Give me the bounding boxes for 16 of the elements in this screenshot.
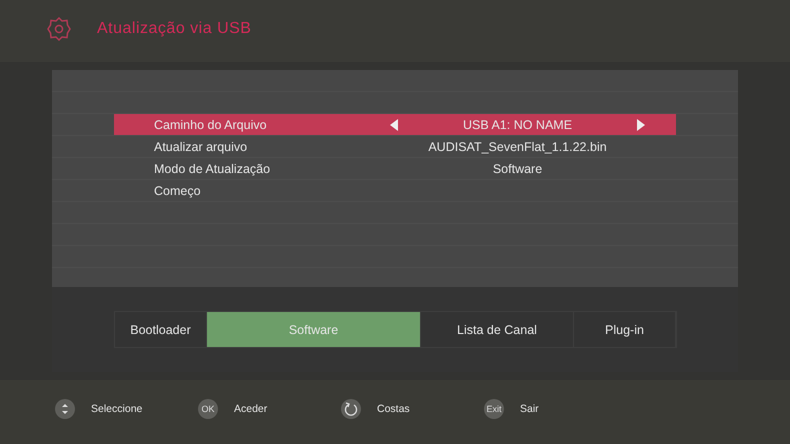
- flower-icon: [46, 16, 72, 42]
- left-arrow-icon[interactable]: [390, 118, 398, 130]
- settings-row[interactable]: Modo de Atualização Software: [114, 158, 676, 180]
- settings-row[interactable]: Caminho do Arquivo USB A1: NO NAME: [114, 114, 676, 135]
- remote-key: Exit: [484, 399, 504, 419]
- settings-row[interactable]: Começo: [114, 180, 676, 202]
- up-down-icon: [55, 399, 75, 419]
- page-title: Atualização via USB: [97, 20, 252, 38]
- remote-key: OK: [198, 399, 218, 419]
- hint-label: Aceder: [234, 403, 268, 415]
- hint-label: Sair: [520, 403, 539, 415]
- settings-row[interactable]: Atualizar arquivo AUDISAT_SevenFlat_1.1.22.bin: [114, 136, 676, 158]
- hint-label: Seleccione: [91, 403, 142, 415]
- right-arrow-icon[interactable]: [637, 118, 645, 130]
- hint-label: Costas: [377, 403, 410, 415]
- refresh-icon: [341, 399, 361, 419]
